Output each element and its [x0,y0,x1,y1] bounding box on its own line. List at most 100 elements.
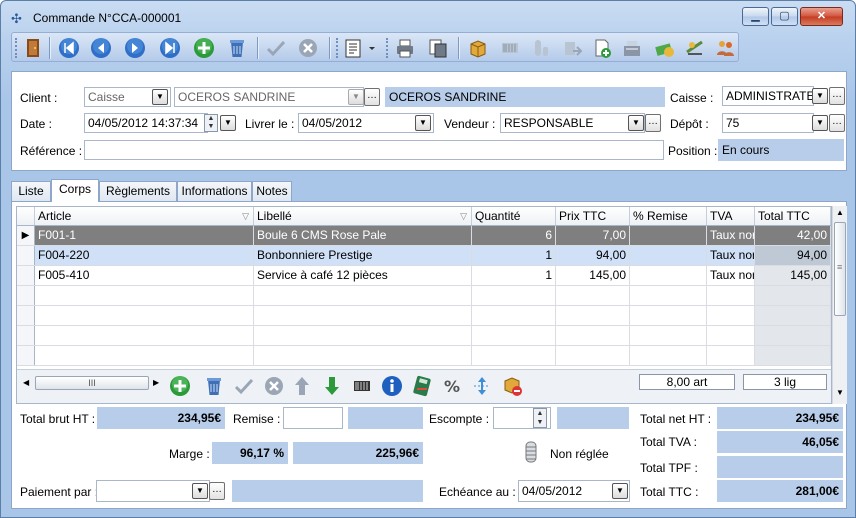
column-header-total[interactable]: Total TTC [755,207,831,225]
client-browse-button[interactable]: … [364,88,380,106]
exit-door-icon[interactable] [22,37,44,59]
minimize-button[interactable]: ▁ [742,7,769,26]
row-selector[interactable] [17,246,35,265]
caisse-select[interactable]: ADMINISTRATE [722,86,814,106]
table-row[interactable]: F005-410 Service à café 12 pièces 1 145,… [17,266,831,286]
tab-reglements[interactable]: Règlements [99,181,177,201]
remise-input[interactable] [283,407,343,429]
depot-select[interactable]: 75 [722,113,814,133]
cell-prix[interactable]: 7,00 [556,226,630,245]
echeance-dropdown-arrow[interactable]: ▼ [612,483,628,499]
add-line-icon[interactable] [169,375,191,400]
toolbar-grip[interactable] [15,38,20,58]
validate-check-icon[interactable] [265,37,287,59]
paiement-browse-button[interactable]: … [209,482,225,500]
money-icon[interactable] [653,37,675,59]
tab-notes[interactable]: Notes [252,181,292,201]
empty-row[interactable] [17,326,831,346]
cell-quantite[interactable]: 1 [472,266,556,285]
new-document-icon[interactable] [591,37,613,59]
vendeur-browse-button[interactable]: … [645,114,661,132]
reference-input[interactable] [84,140,664,160]
previous-record-icon[interactable] [90,37,112,59]
cell-article[interactable]: F001-1 [35,226,254,245]
vendeur-dropdown-arrow[interactable]: ▼ [628,115,644,131]
maximize-button[interactable]: ▢ [771,7,798,26]
row-selector[interactable] [17,266,35,285]
cell-prix[interactable]: 145,00 [556,266,630,285]
livrer-date-input[interactable]: 04/05/2012 [298,113,434,133]
scroll-down-icon[interactable]: ▼ [836,388,844,397]
escompte-spinner[interactable]: ▲ ▼ [533,408,547,428]
cell-tva[interactable]: Taux nor [707,246,755,265]
cell-libelle[interactable]: Bonbonniere Prestige [254,246,472,265]
tab-corps[interactable]: Corps [51,179,99,202]
duplicate-icon[interactable] [427,37,449,59]
delete-icon[interactable] [226,37,248,59]
info-icon[interactable] [381,375,403,400]
depot-dropdown-arrow[interactable]: ▼ [812,115,828,131]
caisse-dropdown-arrow[interactable]: ▼ [812,88,828,104]
empty-row[interactable] [17,346,831,366]
client-code-dropdown-arrow[interactable]: ▼ [348,89,364,105]
cell-total[interactable]: 145,00 [755,266,831,285]
cell-article[interactable]: F005-410 [35,266,254,285]
stock-icon[interactable] [530,37,552,59]
column-header-tva[interactable]: TVA [707,207,755,225]
last-record-icon[interactable] [159,37,181,59]
cell-libelle[interactable]: Boule 6 CMS Rose Pale [254,226,472,245]
next-record-icon[interactable] [124,37,146,59]
calculator-icon[interactable] [411,375,433,400]
move-down-icon[interactable] [321,375,343,400]
column-header-remise[interactable]: % Remise [630,207,707,225]
title-bar[interactable]: ✣ Commande N°CCA-000001 ▁ ▢ ✕ [1,1,855,33]
cancel-icon[interactable] [297,37,319,59]
transfer-icon[interactable] [561,37,583,59]
cell-prix[interactable]: 94,00 [556,246,630,265]
date-spinner[interactable]: ▲ ▼ [204,114,218,132]
cell-tva[interactable]: Taux nor [707,266,755,285]
users-icon[interactable] [714,37,736,59]
caisse-browse-button[interactable]: … [829,87,845,105]
scroll-right-icon[interactable]: ▶ [153,375,159,391]
cell-quantite[interactable]: 1 [472,246,556,265]
cell-quantite[interactable]: 6 [472,226,556,245]
cell-remise[interactable] [630,246,707,265]
scroll-left-icon[interactable]: ◀ [23,375,29,391]
date-dropdown-arrow[interactable]: ▼ [220,115,236,131]
validate-line-icon[interactable] [233,375,255,400]
first-record-icon[interactable] [58,37,80,59]
horizontal-scroll-thumb[interactable]: III [35,376,149,390]
cancel-line-icon[interactable] [263,375,285,400]
barcode-scan-icon[interactable] [351,375,373,400]
delivery-icon[interactable] [684,37,706,59]
remove-package-icon[interactable] [501,375,523,400]
vendeur-select[interactable]: RESPONSABLE [500,113,645,133]
column-header-libelle[interactable]: Libellé ▽ [254,207,472,225]
print-menu-icon[interactable] [343,37,377,59]
table-row[interactable]: F004-220 Bonbonniere Prestige 1 94,00 Ta… [17,246,831,266]
paiement-dropdown-arrow[interactable]: ▼ [192,483,208,499]
cell-remise[interactable] [630,226,707,245]
cell-libelle[interactable]: Service à café 12 pièces [254,266,472,285]
tab-informations[interactable]: Informations [177,181,252,201]
cell-total[interactable]: 42,00 [755,226,831,245]
column-header-prix[interactable]: Prix TTC [556,207,630,225]
barcode-icon[interactable] [499,37,521,59]
select-all-header[interactable] [17,207,35,225]
vertical-scrollbar[interactable]: ▲ ≡ ▼ [832,206,847,404]
date-input[interactable]: 04/05/2012 14:37:34 [84,113,208,133]
column-header-quantite[interactable]: Quantité [472,207,556,225]
move-up-icon[interactable] [291,375,313,400]
client-type-dropdown-arrow[interactable]: ▼ [152,89,168,105]
empty-row[interactable] [17,286,831,306]
tab-liste[interactable]: Liste [11,181,51,201]
client-code-select[interactable]: OCEROS SANDRINE [174,87,364,107]
empty-row[interactable] [17,306,831,326]
column-header-article[interactable]: Article ▽ [35,207,254,225]
printer-icon[interactable] [394,37,416,59]
sort-icon[interactable] [471,375,493,400]
percent-icon[interactable]: % [441,375,463,400]
add-icon[interactable] [193,37,215,59]
scroll-up-icon[interactable]: ▲ [836,208,844,217]
